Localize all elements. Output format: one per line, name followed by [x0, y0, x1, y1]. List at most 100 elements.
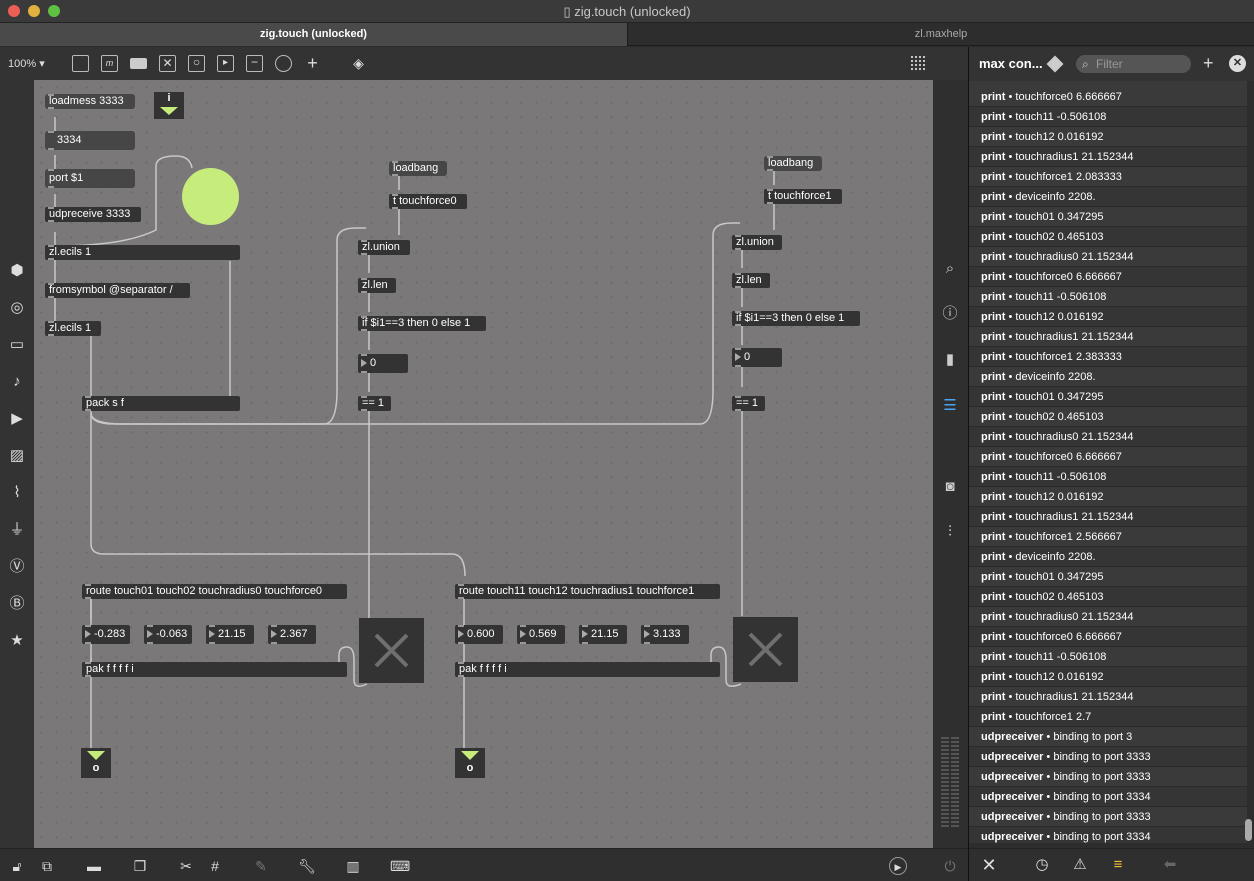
- console-log-row[interactable]: print • touchradius1 21.152344: [969, 327, 1247, 347]
- console-log-row[interactable]: print • deviceinfo 2208.: [969, 547, 1247, 567]
- console-log-row[interactable]: print • touch12 0.016192: [969, 487, 1247, 507]
- console-log-row[interactable]: print • touch12 0.016192: [969, 667, 1247, 687]
- zl-ecils-object-1[interactable]: zl.ecils 1: [45, 245, 240, 260]
- touch01-number[interactable]: -0.283: [82, 625, 130, 644]
- patcher-canvas[interactable]: loadmess 3333 i 3334 port $1 udpreceive …: [34, 80, 933, 848]
- comment-icon[interactable]: [130, 58, 147, 69]
- add-icon[interactable]: +: [1203, 53, 1214, 74]
- console-log-row[interactable]: print • touch02 0.465103: [969, 227, 1247, 247]
- snap-icon[interactable]: ✎: [252, 857, 270, 875]
- console-log[interactable]: print • touchforce0 6.666667 print • touc…: [969, 87, 1247, 843]
- book-icon[interactable]: ▮: [941, 351, 959, 369]
- equals-object-a[interactable]: == 1: [358, 396, 391, 411]
- t-touchforce0-object[interactable]: t touchforce0: [389, 194, 467, 209]
- plug-icon[interactable]: ⏚: [9, 522, 25, 538]
- touchforce1-number[interactable]: 3.133: [641, 625, 689, 644]
- tab-zig-touch[interactable]: zig.touch (unlocked): [0, 23, 627, 46]
- zero-number-b[interactable]: 0: [732, 348, 782, 367]
- lock-icon[interactable]: 🔓︎: [8, 857, 26, 875]
- console-log-row[interactable]: udpreceiver • binding to port 3334: [969, 787, 1247, 807]
- console-log-row[interactable]: print • touchradius0 21.152344: [969, 427, 1247, 447]
- outlet-a[interactable]: o: [81, 748, 111, 778]
- console-log-row[interactable]: print • touchradius1 21.152344: [969, 687, 1247, 707]
- fromsymbol-object[interactable]: fromsymbol @separator /: [45, 283, 190, 298]
- play-icon[interactable]: ▶: [889, 857, 907, 875]
- grid-icon[interactable]: [910, 55, 927, 72]
- outlet-b[interactable]: o: [455, 748, 485, 778]
- clock-icon[interactable]: ◷: [1033, 856, 1051, 874]
- console-log-row[interactable]: print • touch02 0.465103: [969, 407, 1247, 427]
- toggle-a[interactable]: [359, 618, 424, 683]
- wrench-icon[interactable]: 🔧︎: [298, 857, 316, 875]
- clear-console-icon[interactable]: ✕: [980, 856, 998, 874]
- media-icon[interactable]: ▭: [9, 337, 25, 353]
- equals-object-b[interactable]: == 1: [732, 396, 765, 411]
- console-log-row[interactable]: print • touch01 0.347295: [969, 567, 1247, 587]
- message-icon[interactable]: m: [101, 55, 118, 72]
- console-log-row[interactable]: print • touch12 0.016192: [969, 127, 1247, 147]
- warning-icon[interactable]: ⚠: [1071, 856, 1089, 874]
- toggle-b[interactable]: [733, 617, 798, 682]
- led-indicator[interactable]: [182, 168, 239, 225]
- t-touchforce1-object[interactable]: t touchforce1: [764, 189, 842, 204]
- zl-union-object-a[interactable]: zl.union: [358, 240, 410, 255]
- edit-icon[interactable]: ⧉: [38, 857, 56, 875]
- top-bang-button[interactable]: i: [154, 92, 184, 119]
- search-icon[interactable]: ⌕: [941, 260, 959, 278]
- console-log-row[interactable]: print • deviceinfo 2208.: [969, 367, 1247, 387]
- route-object-b[interactable]: route touch11 touch12 touchradius1 touch…: [455, 584, 720, 599]
- port-number-box[interactable]: 3334: [45, 131, 135, 150]
- console-log-row[interactable]: print • touchradius0 21.152344: [969, 607, 1247, 627]
- console-log-row[interactable]: print • touchradius0 21.152344: [969, 247, 1247, 267]
- filter-input[interactable]: ⌕ Filter: [1076, 55, 1191, 73]
- beap-icon[interactable]: Ⓑ: [9, 596, 25, 612]
- console-log-row[interactable]: udpreceiver • binding to port 3333: [969, 767, 1247, 787]
- console-log-row[interactable]: udpreceiver • binding to port 3: [969, 727, 1247, 747]
- touch02-number[interactable]: -0.063: [144, 625, 192, 644]
- loadmess-object[interactable]: loadmess 3333: [45, 94, 135, 109]
- port-message[interactable]: port $1: [45, 169, 135, 188]
- if-object-a[interactable]: if $i1==3 then 0 else 1: [358, 316, 486, 331]
- zl-len-object-b[interactable]: zl.len: [732, 273, 770, 288]
- console-log-row[interactable]: print • touch12 0.016192: [969, 307, 1247, 327]
- toggle-icon[interactable]: ✕: [159, 55, 176, 72]
- zoom-select[interactable]: 100% ▾: [8, 57, 45, 70]
- console-log-row[interactable]: udpreceiver • binding to port 3333: [969, 747, 1247, 767]
- console-log-row[interactable]: print • touchforce1 2.383333: [969, 347, 1247, 367]
- music-note-icon[interactable]: ♪: [9, 374, 25, 390]
- zero-number-a[interactable]: 0: [358, 354, 408, 373]
- console-log-row[interactable]: print • touch11 -0.506108: [969, 287, 1247, 307]
- touchforce0-number[interactable]: 2.367: [268, 625, 316, 644]
- add-icon[interactable]: +: [304, 54, 321, 72]
- star-icon[interactable]: ★: [9, 633, 25, 649]
- vst-icon[interactable]: Ⓥ: [9, 559, 25, 575]
- zl-union-object-b[interactable]: zl.union: [732, 235, 782, 250]
- pack-object[interactable]: pack s f: [82, 396, 240, 411]
- paint-icon[interactable]: ◈: [350, 55, 367, 72]
- touch12-number[interactable]: 0.569: [517, 625, 565, 644]
- console-log-row[interactable]: print • touch11 -0.506108: [969, 467, 1247, 487]
- loadbang-object-a[interactable]: loadbang: [389, 161, 447, 176]
- camera-icon[interactable]: ◙: [941, 478, 959, 496]
- slider-icon[interactable]: −: [246, 55, 263, 72]
- piano-icon[interactable]: ▥: [344, 857, 362, 875]
- presentation-icon[interactable]: [72, 55, 89, 72]
- filter-options-icon[interactable]: [1046, 55, 1064, 73]
- console-log-row[interactable]: print • touchforce1 2.7: [969, 707, 1247, 727]
- console-log-row[interactable]: print • deviceinfo 2208.: [969, 187, 1247, 207]
- loadbang-object-b[interactable]: loadbang: [764, 156, 822, 171]
- console-log-row[interactable]: print • touchforce0 6.666667: [969, 627, 1247, 647]
- info-icon[interactable]: ⓘ: [941, 305, 959, 323]
- target-icon[interactable]: ◎: [9, 300, 25, 316]
- clear-filter-icon[interactable]: ✕: [1229, 55, 1246, 72]
- pak-object-a[interactable]: pak f f f f i: [82, 662, 347, 677]
- package-icon[interactable]: ⬢: [9, 263, 25, 279]
- touch11-number[interactable]: 0.600: [455, 625, 503, 644]
- console-scrollbar[interactable]: [1245, 819, 1252, 841]
- touchradius1-number[interactable]: 21.15: [579, 625, 627, 644]
- mixer-icon[interactable]: ⫶: [941, 523, 959, 541]
- tab-zl-maxhelp[interactable]: zl.maxhelp: [627, 23, 1254, 46]
- zl-ecils-object-2[interactable]: zl.ecils 1: [45, 321, 101, 336]
- console-log-row[interactable]: udpreceiver • binding to port 3333: [969, 807, 1247, 827]
- console-log-row[interactable]: print • touchforce0 6.666667: [969, 87, 1247, 107]
